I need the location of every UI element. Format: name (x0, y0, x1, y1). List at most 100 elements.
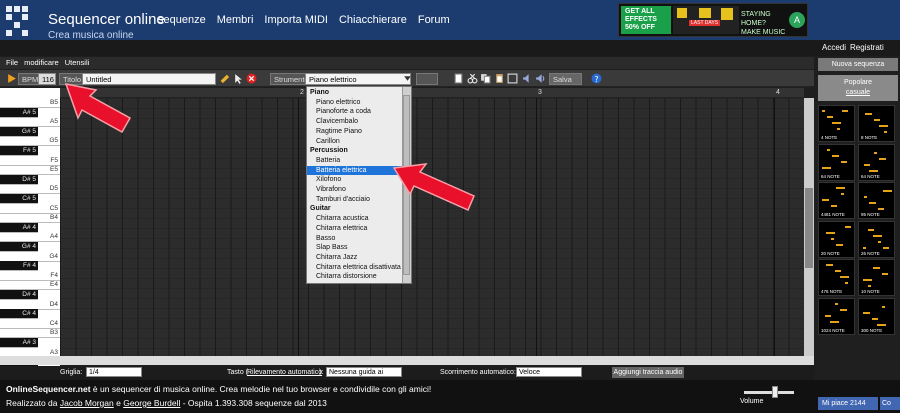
vertical-scroll-thumb[interactable] (805, 188, 813, 268)
menu-tools[interactable]: Utensili (65, 57, 90, 69)
piano-key-black[interactable]: A# 3 (0, 338, 38, 348)
dropdown-option[interactable]: Basso (307, 234, 404, 244)
piano-key-white[interactable]: A4 (0, 232, 60, 243)
menu-edit[interactable]: modificare (24, 57, 59, 69)
sequence-thumbnail[interactable]: 8 NOTE (858, 105, 895, 142)
sequence-thumbnail[interactable]: 300 NOTE (858, 297, 895, 335)
piano-key-white[interactable]: C4 (0, 319, 60, 329)
dropdown-option[interactable]: Chitarra elettrica (307, 224, 404, 234)
piano-key-black[interactable]: D# 5 (0, 174, 38, 185)
sequence-thumbnail[interactable]: 64 NOTE (858, 143, 895, 181)
dropdown-option[interactable]: Piano elettrico (307, 98, 404, 108)
piano-key-white[interactable]: G4 (0, 252, 60, 262)
piano-key-black[interactable]: C# 4 (0, 309, 38, 320)
piano-key-black[interactable]: G# 5 (0, 126, 38, 137)
note-grid[interactable] (60, 88, 804, 356)
help-icon[interactable]: ? (591, 73, 602, 84)
piano-key-black[interactable]: G# 4 (0, 242, 38, 252)
piano-key-white[interactable]: E4 (0, 280, 60, 291)
piano-key-white[interactable]: B3 (0, 328, 60, 339)
delete-icon[interactable] (246, 73, 257, 84)
cut-icon[interactable] (467, 73, 478, 84)
site-logo[interactable] (6, 6, 32, 36)
instrument-select[interactable]: Piano elettrico (305, 73, 411, 85)
pencil-icon[interactable] (219, 73, 230, 84)
key-select[interactable]: Nessuna guida ai (326, 367, 402, 377)
piano-key-black[interactable]: D# 4 (0, 290, 38, 300)
copy-icon[interactable] (480, 73, 491, 84)
dropdown-option[interactable]: Carillon (307, 137, 404, 147)
author-link[interactable]: Jacob Morgan (60, 398, 114, 408)
dropdown-option[interactable]: Chitarra elettrica disattivata (307, 263, 404, 273)
select-box-icon[interactable] (507, 73, 518, 84)
piano-key-white[interactable]: F4 (0, 271, 60, 281)
nav-forum[interactable]: Forum (418, 14, 450, 26)
dropdown-option[interactable]: Chitarra Jazz (307, 253, 404, 263)
chevron-down-icon[interactable] (402, 73, 413, 84)
nav-sequences[interactable]: sequenze (158, 14, 206, 26)
like-button[interactable]: Mi piace 2144 (818, 397, 878, 410)
nav-members[interactable]: Membri (217, 14, 254, 26)
dropdown-option[interactable]: Slap Bass (307, 243, 404, 253)
dropdown-option[interactable]: Clavicembalo (307, 117, 404, 127)
sequence-thumbnail[interactable]: 4481 NOTE (818, 182, 855, 219)
author-link[interactable]: George Burdell (123, 398, 180, 408)
cursor-icon[interactable] (233, 73, 244, 84)
key-autodetect-link[interactable]: Rilevamento automatico (247, 368, 322, 378)
volume-down-icon[interactable] (522, 73, 533, 84)
dropdown-option[interactable]: Chitarra acustica (307, 214, 404, 224)
sequence-thumbnail[interactable]: 20 NOTE (818, 220, 855, 258)
sequence-thumbnail[interactable]: 10 NOTE (858, 259, 895, 296)
sequence-thumbnail[interactable]: 64 NOTE (818, 143, 855, 181)
piano-key-white[interactable]: F5 (0, 156, 60, 166)
new-sequence-button[interactable]: Nuova sequenza (818, 58, 898, 71)
piano-key-white[interactable]: D5 (0, 184, 60, 195)
volume-up-icon[interactable] (535, 73, 546, 84)
popular-random-tab[interactable]: Popolare casuale (818, 75, 898, 101)
piano-key-white[interactable]: D4 (0, 300, 60, 310)
nav-import-midi[interactable]: Importa MIDI (264, 14, 328, 26)
instrument-settings-button[interactable] (416, 73, 438, 85)
dropdown-option[interactable]: Chitarra distorsione (307, 272, 404, 282)
piano-key-white[interactable]: G5 (0, 136, 60, 147)
sequence-thumbnail[interactable]: 26 NOTE (858, 220, 895, 258)
volume-slider[interactable] (744, 391, 794, 394)
annotation-arrow-icon (392, 163, 475, 211)
add-audio-track-button[interactable]: Aggiungi traccia audio (612, 367, 684, 378)
sequence-thumbnail[interactable]: 95 NOTE (858, 182, 895, 219)
piano-key-white[interactable]: B5 (0, 98, 60, 108)
piano-key-black[interactable]: F# 5 (0, 146, 38, 156)
account-bar (0, 40, 900, 56)
advertisement-banner[interactable]: GET ALL EFFECTS 50% OFF LAST DAYS STAYIN… (618, 3, 808, 37)
ad-logo-icon: A (789, 12, 805, 28)
register-link[interactable]: Registrati (850, 43, 884, 52)
dropdown-option[interactable]: Ragtime Piano (307, 127, 404, 137)
new-file-icon[interactable] (453, 73, 464, 84)
volume-slider-handle[interactable] (772, 386, 778, 398)
piano-key-white[interactable]: C5 (0, 204, 60, 214)
dropdown-option[interactable]: Pianoforte a coda (307, 107, 404, 117)
sequence-thumbnail[interactable]: 4 NOTE (818, 105, 855, 142)
piano-key-black[interactable]: C# 5 (0, 194, 38, 204)
grid-select[interactable]: 1/4 (86, 367, 142, 377)
piano-key-white[interactable]: B4 (0, 213, 60, 224)
nav-chat[interactable]: Chiacchierare (339, 14, 407, 26)
save-button[interactable]: Salva (549, 73, 582, 85)
piano-key-white[interactable]: E5 (0, 165, 60, 176)
autoscroll-select[interactable]: Veloce (516, 367, 582, 377)
sequence-thumbnail[interactable]: 476 NOTE (818, 259, 855, 296)
login-link[interactable]: Accedi (822, 43, 846, 52)
menu-file[interactable]: File (6, 57, 18, 69)
piano-key-black[interactable]: A# 5 (0, 107, 38, 118)
sequence-thumbnail[interactable]: 1024 NOTE (818, 297, 855, 335)
piano-key-white[interactable]: A5 (0, 117, 60, 128)
share-button[interactable]: Co (880, 397, 900, 410)
bpm-input[interactable]: 116 (38, 73, 56, 85)
piano-key-black[interactable]: F# 4 (0, 261, 38, 272)
play-icon[interactable] (6, 73, 17, 84)
piano-key-black[interactable]: A# 4 (0, 222, 38, 233)
footer-description-text: è un sequencer di musica online. Crea me… (90, 384, 432, 394)
paste-icon[interactable] (494, 73, 505, 84)
horizontal-scrollbar[interactable] (0, 356, 814, 365)
site-title[interactable]: Sequencer online (48, 11, 165, 28)
